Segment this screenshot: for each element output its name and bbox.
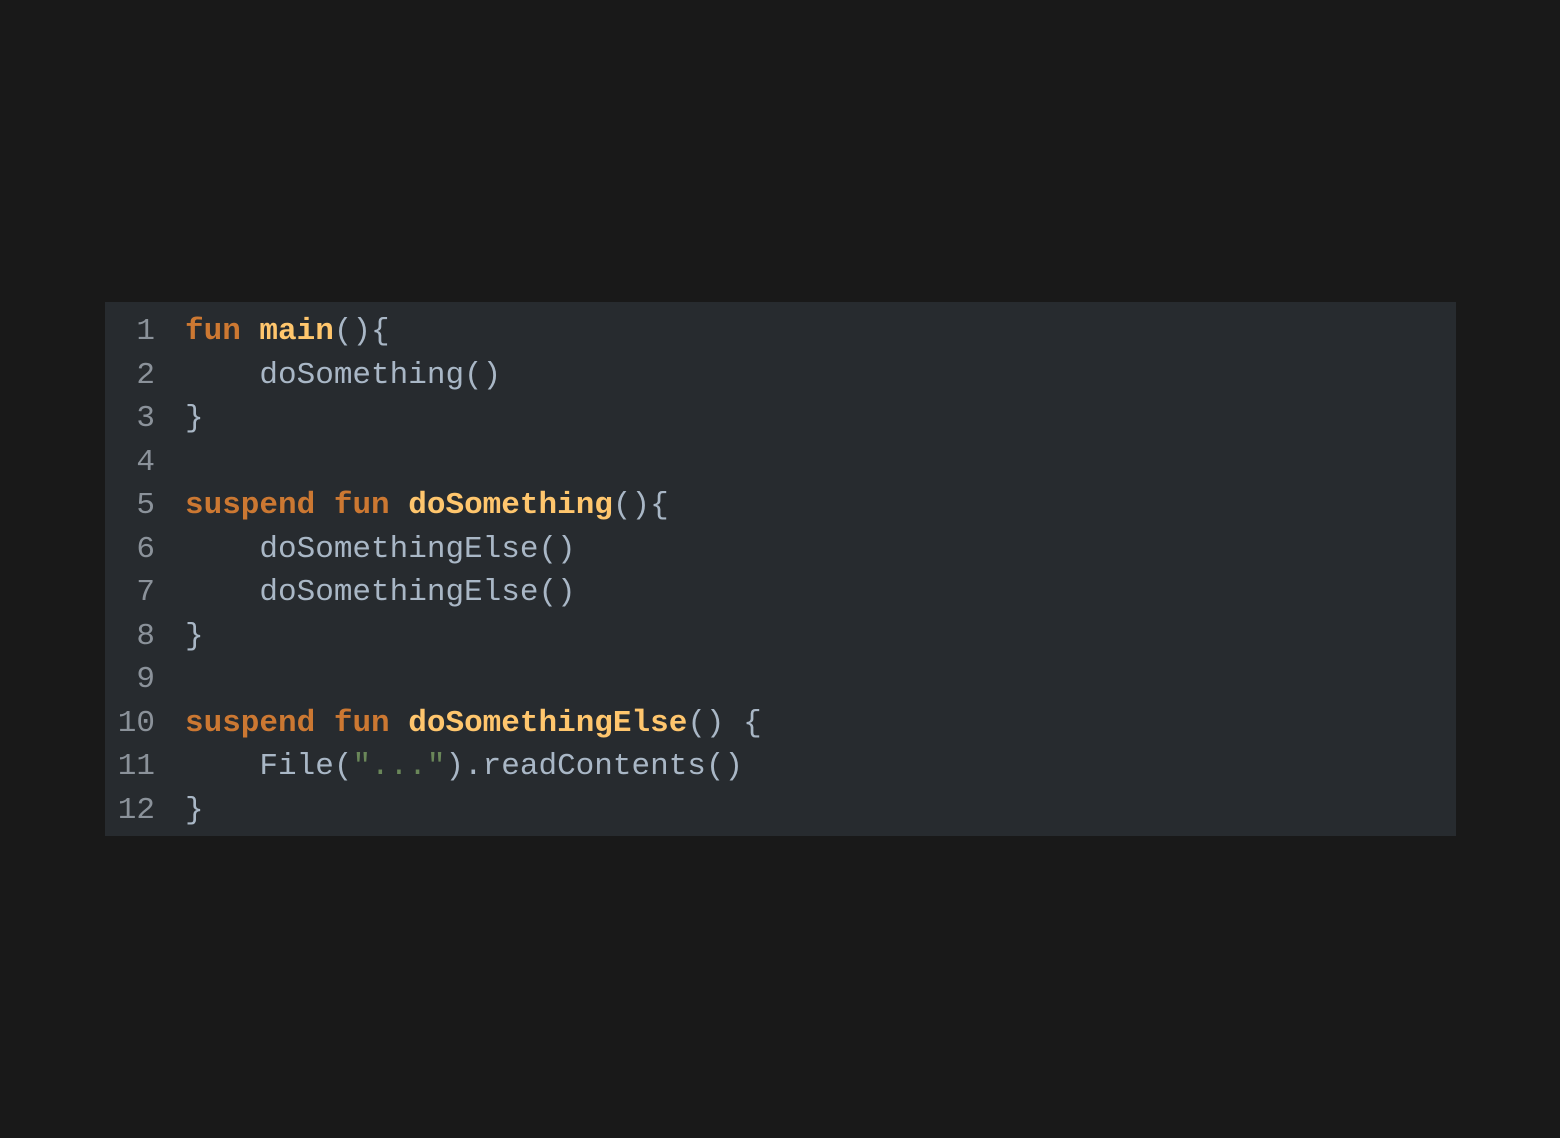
code-token: File( xyxy=(185,749,353,784)
code-text: } xyxy=(185,789,204,833)
code-line: 10 suspend fun doSomethingElse() { xyxy=(105,702,1456,746)
line-number: 9 xyxy=(136,662,155,697)
line-number: 4 xyxy=(136,444,155,480)
code-text: suspend fun doSomethingElse() { xyxy=(185,702,762,746)
line-number: 7 xyxy=(136,575,155,610)
code-block: 1 fun main(){2 doSomething() 3} 4 5 suspend f… xyxy=(105,302,1456,836)
code-token: doSomethingElse() xyxy=(185,575,576,610)
code-token: } xyxy=(185,792,204,828)
code-text: } xyxy=(185,615,204,659)
code-line: 3} xyxy=(105,397,1456,441)
line-number: 3 xyxy=(136,401,155,436)
line-number: 1 xyxy=(136,314,155,349)
line-number: 8 xyxy=(136,618,155,654)
line-number: 2 xyxy=(136,357,155,393)
code-text: } xyxy=(185,397,204,441)
code-token: ).readContents() xyxy=(445,749,744,784)
function-name-token: main xyxy=(259,314,334,349)
keyword-token: fun xyxy=(333,488,390,523)
code-token: doSomething() xyxy=(185,357,502,393)
code-line: 4 xyxy=(105,441,1456,485)
keyword-token: suspend xyxy=(185,488,316,523)
code-text: suspend fun doSomething(){ xyxy=(185,484,669,528)
line-number: 11 xyxy=(117,749,155,784)
code-token: } xyxy=(185,401,204,436)
line-number: 10 xyxy=(117,705,155,741)
function-name-token: doSomethingElse xyxy=(408,705,688,741)
code-token: (){ xyxy=(333,314,390,349)
function-name-token: doSomething xyxy=(408,488,613,523)
code-line: 2 doSomething() xyxy=(105,354,1456,398)
keyword-token: fun xyxy=(185,314,241,349)
code-line: 8} xyxy=(105,615,1456,659)
code-line: 5 suspend fun doSomething(){ xyxy=(105,484,1456,528)
code-token: } xyxy=(185,618,204,654)
code-line: 6 doSomethingElse() xyxy=(105,528,1456,572)
line-number: 5 xyxy=(136,488,155,523)
code-token: (){ xyxy=(612,488,669,523)
code-line: 12} xyxy=(105,789,1456,833)
code-token: () { xyxy=(687,705,762,741)
code-token: doSomethingElse() xyxy=(185,531,576,567)
line-number: 6 xyxy=(136,531,155,567)
keyword-token: suspend xyxy=(185,705,316,741)
code-line: 7 doSomethingElse() xyxy=(105,571,1456,615)
code-text: doSomething() xyxy=(185,354,501,398)
code-text: fun main(){ xyxy=(185,310,390,354)
keyword-token: fun xyxy=(333,705,390,741)
line-number: 12 xyxy=(117,792,155,828)
string-token: "..." xyxy=(352,749,446,784)
code-line: 9 xyxy=(105,658,1456,702)
code-line: 11 File("...").readContents() xyxy=(105,745,1456,789)
code-line: 1 fun main(){ xyxy=(105,310,1456,354)
code-text: File("...").readContents() xyxy=(185,745,743,789)
code-text: doSomethingElse() xyxy=(185,571,576,615)
code-text: doSomethingElse() xyxy=(185,528,576,572)
